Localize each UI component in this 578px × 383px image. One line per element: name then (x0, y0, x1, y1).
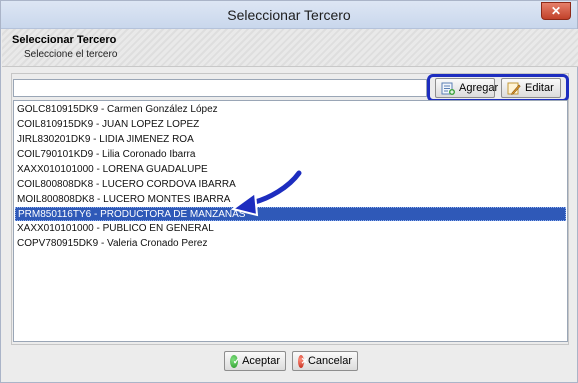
edit-icon (507, 82, 521, 95)
add-button-label: Agregar (459, 82, 499, 94)
dialog-window: Seleccionar Tercero ✕ Seleccionar Tercer… (0, 0, 578, 383)
pointer-arrow-icon (230, 169, 304, 217)
cancel-icon: ✕ (298, 354, 308, 368)
list-item[interactable]: COIL790101KD9 - Lilia Coronado Ibarra (15, 148, 566, 162)
edit-button-label: Editar (525, 82, 554, 94)
list-item[interactable]: GOLC810915DK9 - Carmen González López (15, 103, 566, 117)
edit-button[interactable]: Editar (501, 78, 561, 98)
close-button[interactable]: ✕ (541, 2, 571, 20)
cancel-button[interactable]: ✕ Cancelar (292, 351, 358, 371)
check-icon: ✓ (230, 354, 240, 368)
accept-button-label: Aceptar (242, 355, 280, 367)
header-band: Seleccionar Tercero Seleccione el tercer… (2, 29, 578, 67)
list-item[interactable]: COIL810915DK9 - JUAN LOPEZ LOPEZ (15, 118, 566, 132)
add-button[interactable]: Agregar (435, 78, 499, 98)
header-subtitle: Seleccione el tercero (24, 49, 118, 60)
list-item[interactable]: JIRL830201DK9 - LIDIA JIMENEZ ROA (15, 133, 566, 147)
search-input[interactable] (13, 79, 427, 97)
cancel-button-label: Cancelar (307, 355, 352, 367)
window-title: Seleccionar Tercero (227, 7, 351, 23)
list-item[interactable]: COPV780915DK9 - Valeria Cronado Perez (15, 237, 566, 251)
header-title: Seleccionar Tercero (12, 34, 117, 46)
title-bar[interactable]: Seleccionar Tercero ✕ (1, 1, 577, 29)
accept-button[interactable]: ✓ Aceptar (224, 351, 286, 371)
add-record-icon (441, 82, 455, 95)
